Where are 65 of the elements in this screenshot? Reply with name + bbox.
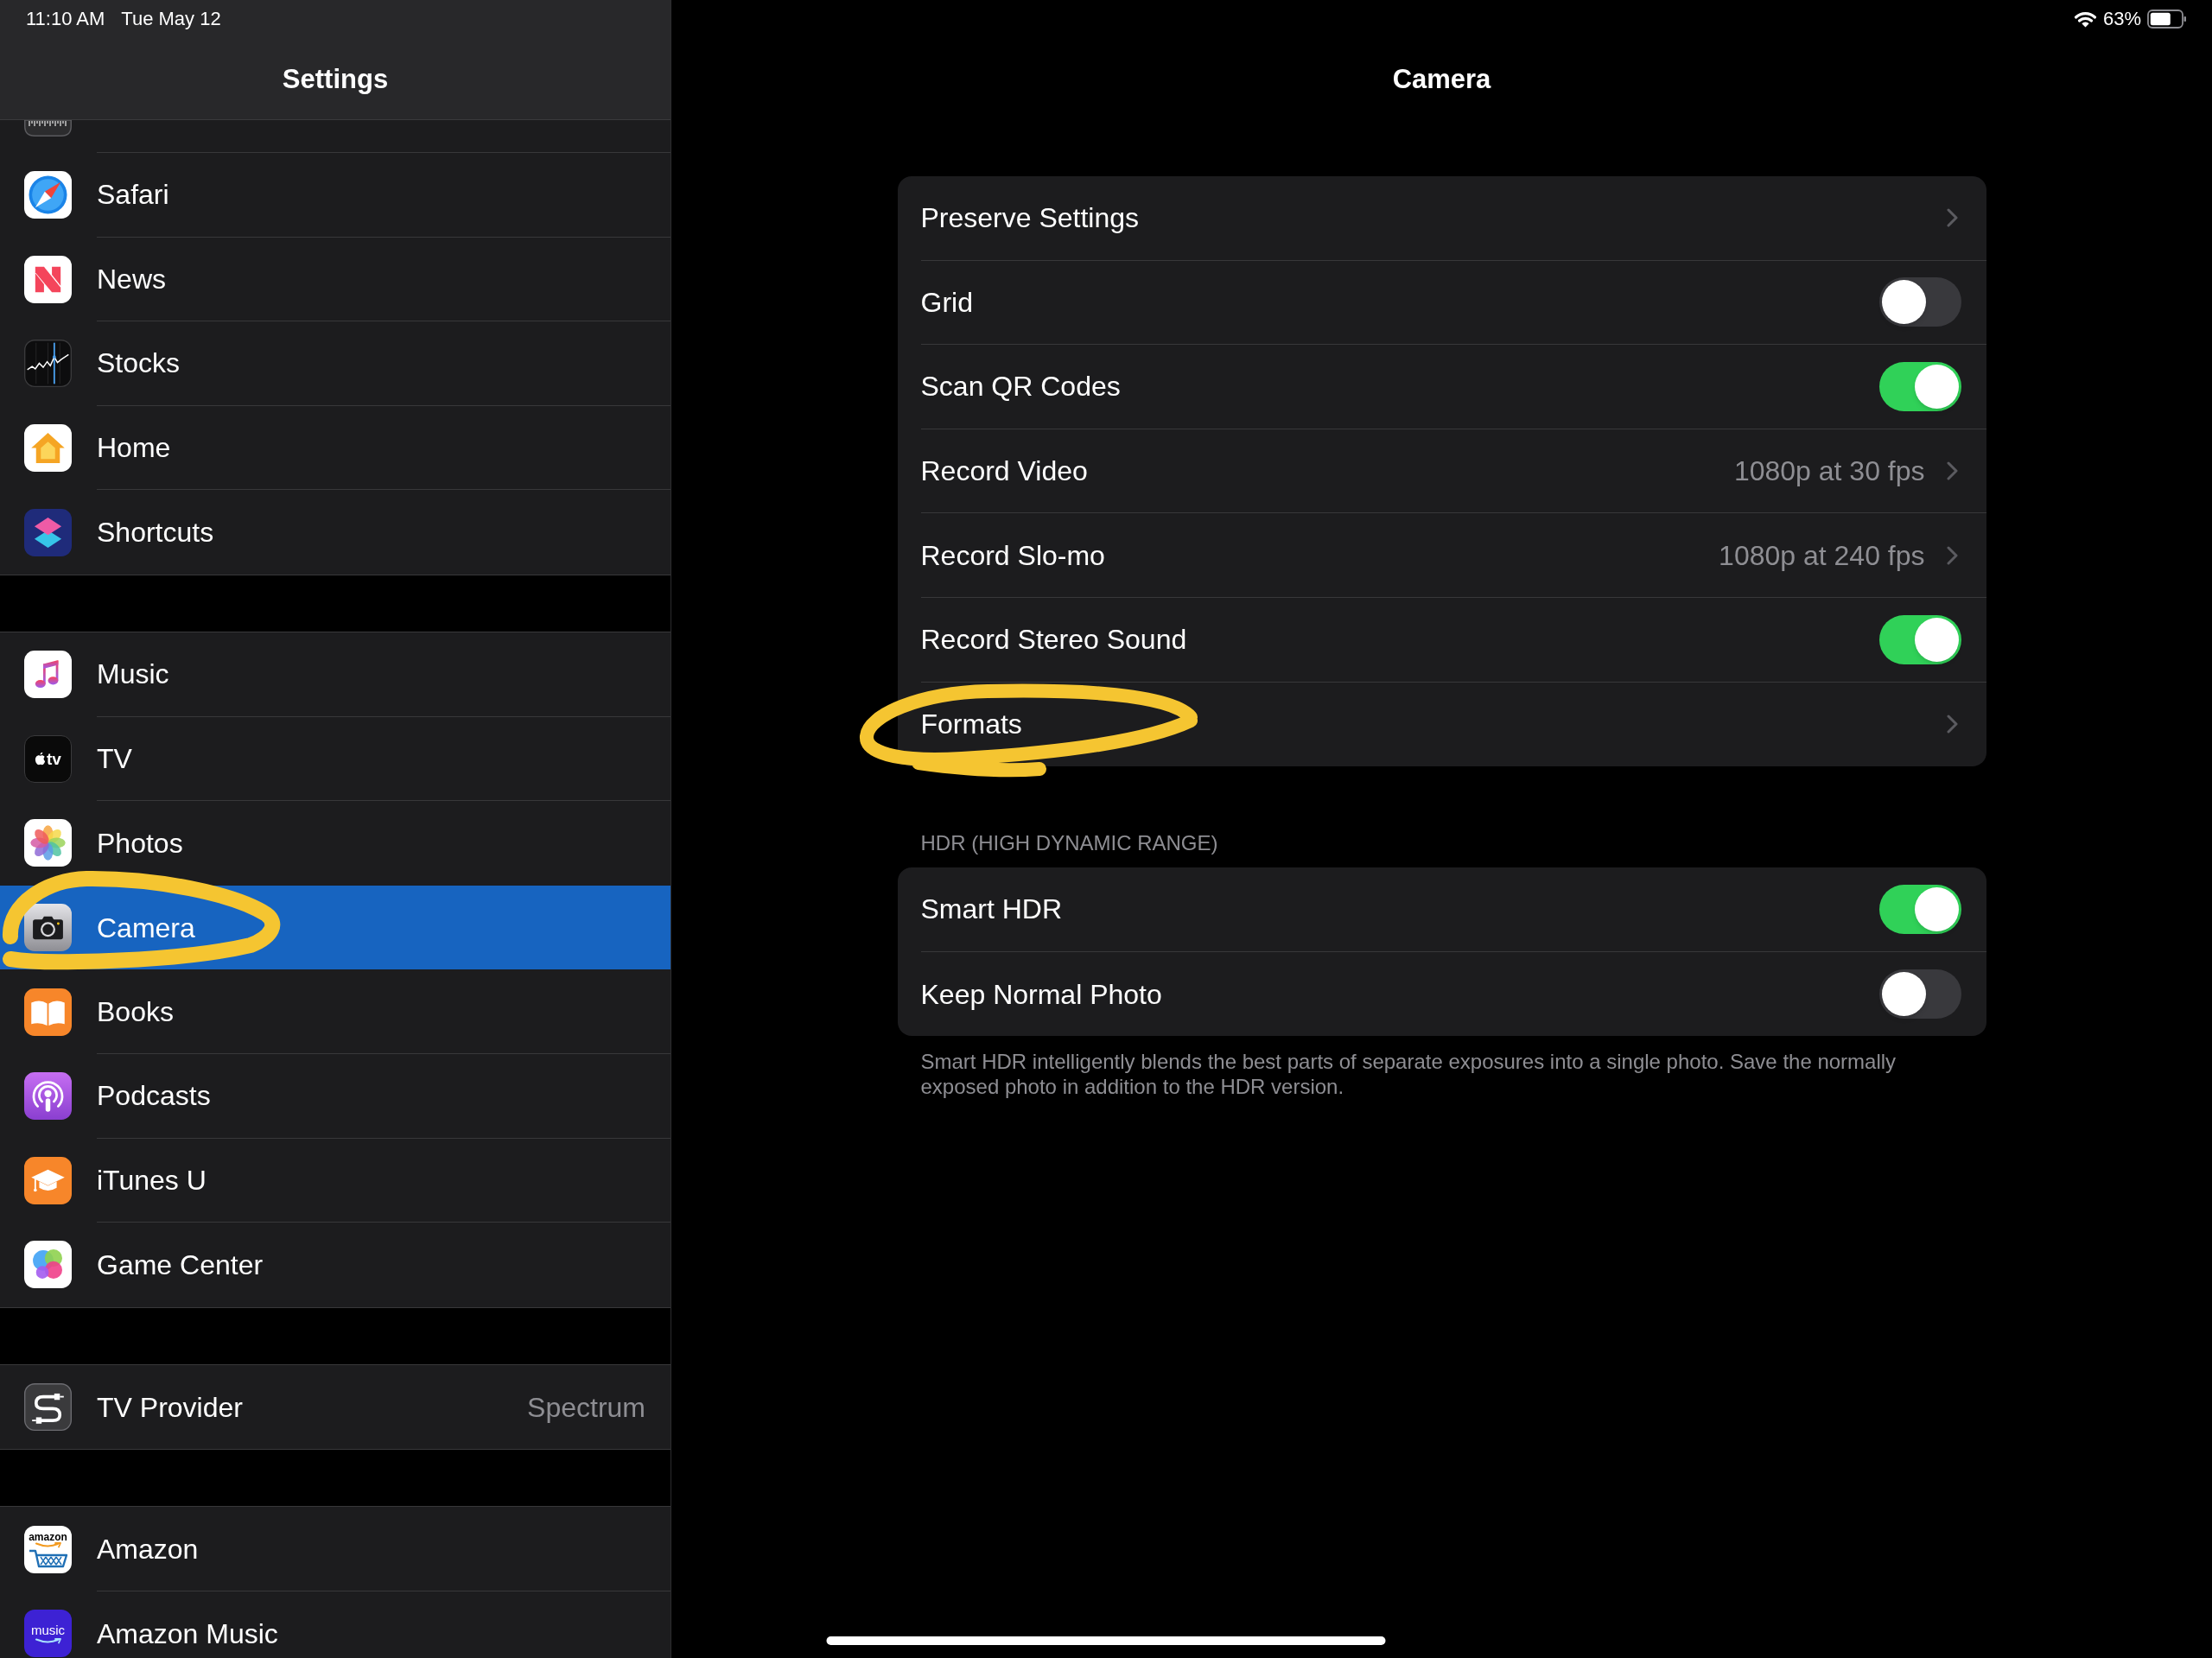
toggle-switch[interactable] — [1878, 277, 1961, 327]
toggle-switch[interactable] — [1878, 969, 1961, 1020]
section-footer: Smart HDR intelligently blends the best parts of separate exposures into a single photo. Save the normally exposed photo in addition to the HDR version. — [897, 1049, 1986, 1100]
logo-text: tv — [47, 750, 61, 767]
logo-text: music — [30, 1623, 66, 1636]
sidebar-item[interactable]: Stocks — [0, 321, 671, 406]
toggle-switch[interactable] — [1878, 614, 1961, 664]
sidebar-item[interactable]: music Amazon Music — [0, 1591, 671, 1658]
row-value: Spectrum — [527, 1390, 645, 1425]
n-logo-icon — [24, 255, 72, 303]
apple-icon — [35, 752, 47, 766]
row-value: 1080p at 240 fps — [1719, 538, 1925, 573]
nav-title: Camera — [1392, 66, 1491, 92]
row-value: 1080p at 30 fps — [1733, 454, 1925, 489]
settings-row[interactable]: Record Video 1080p at 30 fps — [897, 429, 1986, 514]
row-label: Grid — [920, 285, 973, 320]
row-label: Scan QR Codes — [920, 370, 1121, 404]
graduation-cap-icon — [24, 1156, 72, 1204]
sidebar-item[interactable]: Shortcuts — [0, 490, 671, 575]
row-label: Record Stereo Sound — [920, 623, 1187, 657]
chevron-icon — [1946, 208, 1958, 228]
row-label: Keep Normal Photo — [920, 977, 1162, 1012]
podcast-icon — [24, 1072, 72, 1121]
sidebar-item[interactable]: Photos — [0, 801, 671, 886]
row-label: Smart HDR — [920, 893, 1063, 927]
compass-icon — [24, 171, 72, 219]
status-date: Tue May 12 — [121, 10, 221, 29]
sidebar-item[interactable]: TV Provider Spectrum — [0, 1364, 671, 1450]
sidebar-item[interactable]: Podcasts — [0, 1053, 671, 1139]
settings-row[interactable]: Formats — [897, 682, 1986, 767]
smile-arrow-icon — [34, 1541, 62, 1548]
cart-icon — [28, 1548, 68, 1568]
music-note-icon — [24, 651, 72, 699]
sidebar-item[interactable]: Game Center — [0, 1223, 671, 1307]
stock-chart-icon — [24, 340, 72, 388]
section-header: HDR (HIGH DYNAMIC RANGE) — [919, 830, 1219, 857]
wifi-icon — [2073, 10, 2097, 28]
battery-percent: 63% — [2102, 10, 2141, 29]
cable-icon — [24, 1383, 72, 1431]
sidebar-item[interactable]: Home — [0, 405, 671, 491]
toggle-switch[interactable] — [1878, 884, 1961, 934]
sidebar-item[interactable]: Music — [0, 632, 671, 717]
chevron-icon — [1946, 545, 1958, 565]
chevron-icon — [1946, 461, 1958, 481]
sidebar-item[interactable]: iTunes U — [0, 1138, 671, 1223]
toggle-switch[interactable] — [1878, 362, 1961, 411]
logo-text: amazon — [29, 1531, 67, 1542]
layered-shapes-icon — [24, 508, 72, 556]
house-icon — [24, 424, 72, 473]
bubbles-icon — [24, 1241, 72, 1289]
camera-icon — [24, 904, 72, 952]
sidebar-item[interactable]: amazon Amazon — [0, 1507, 671, 1591]
settings-row[interactable]: Preserve Settings — [897, 176, 1986, 261]
flower-icon — [24, 819, 72, 867]
settings-row[interactable]: Record Slo-mo 1080p at 240 fps — [897, 513, 1986, 598]
battery-icon — [2147, 10, 2187, 29]
sidebar-item[interactable]: tv TV — [0, 716, 671, 802]
smile-arrow-icon — [34, 1637, 62, 1644]
chevron-icon — [1946, 715, 1958, 734]
nav-title: Settings — [282, 65, 389, 92]
sidebar-item[interactable]: News — [0, 237, 671, 322]
sidebar-item[interactable]: Books — [0, 969, 671, 1054]
sidebar-item[interactable]: Safari — [0, 153, 671, 238]
open-book-icon — [24, 988, 72, 1036]
status-time: 11:10 AM — [26, 10, 105, 29]
